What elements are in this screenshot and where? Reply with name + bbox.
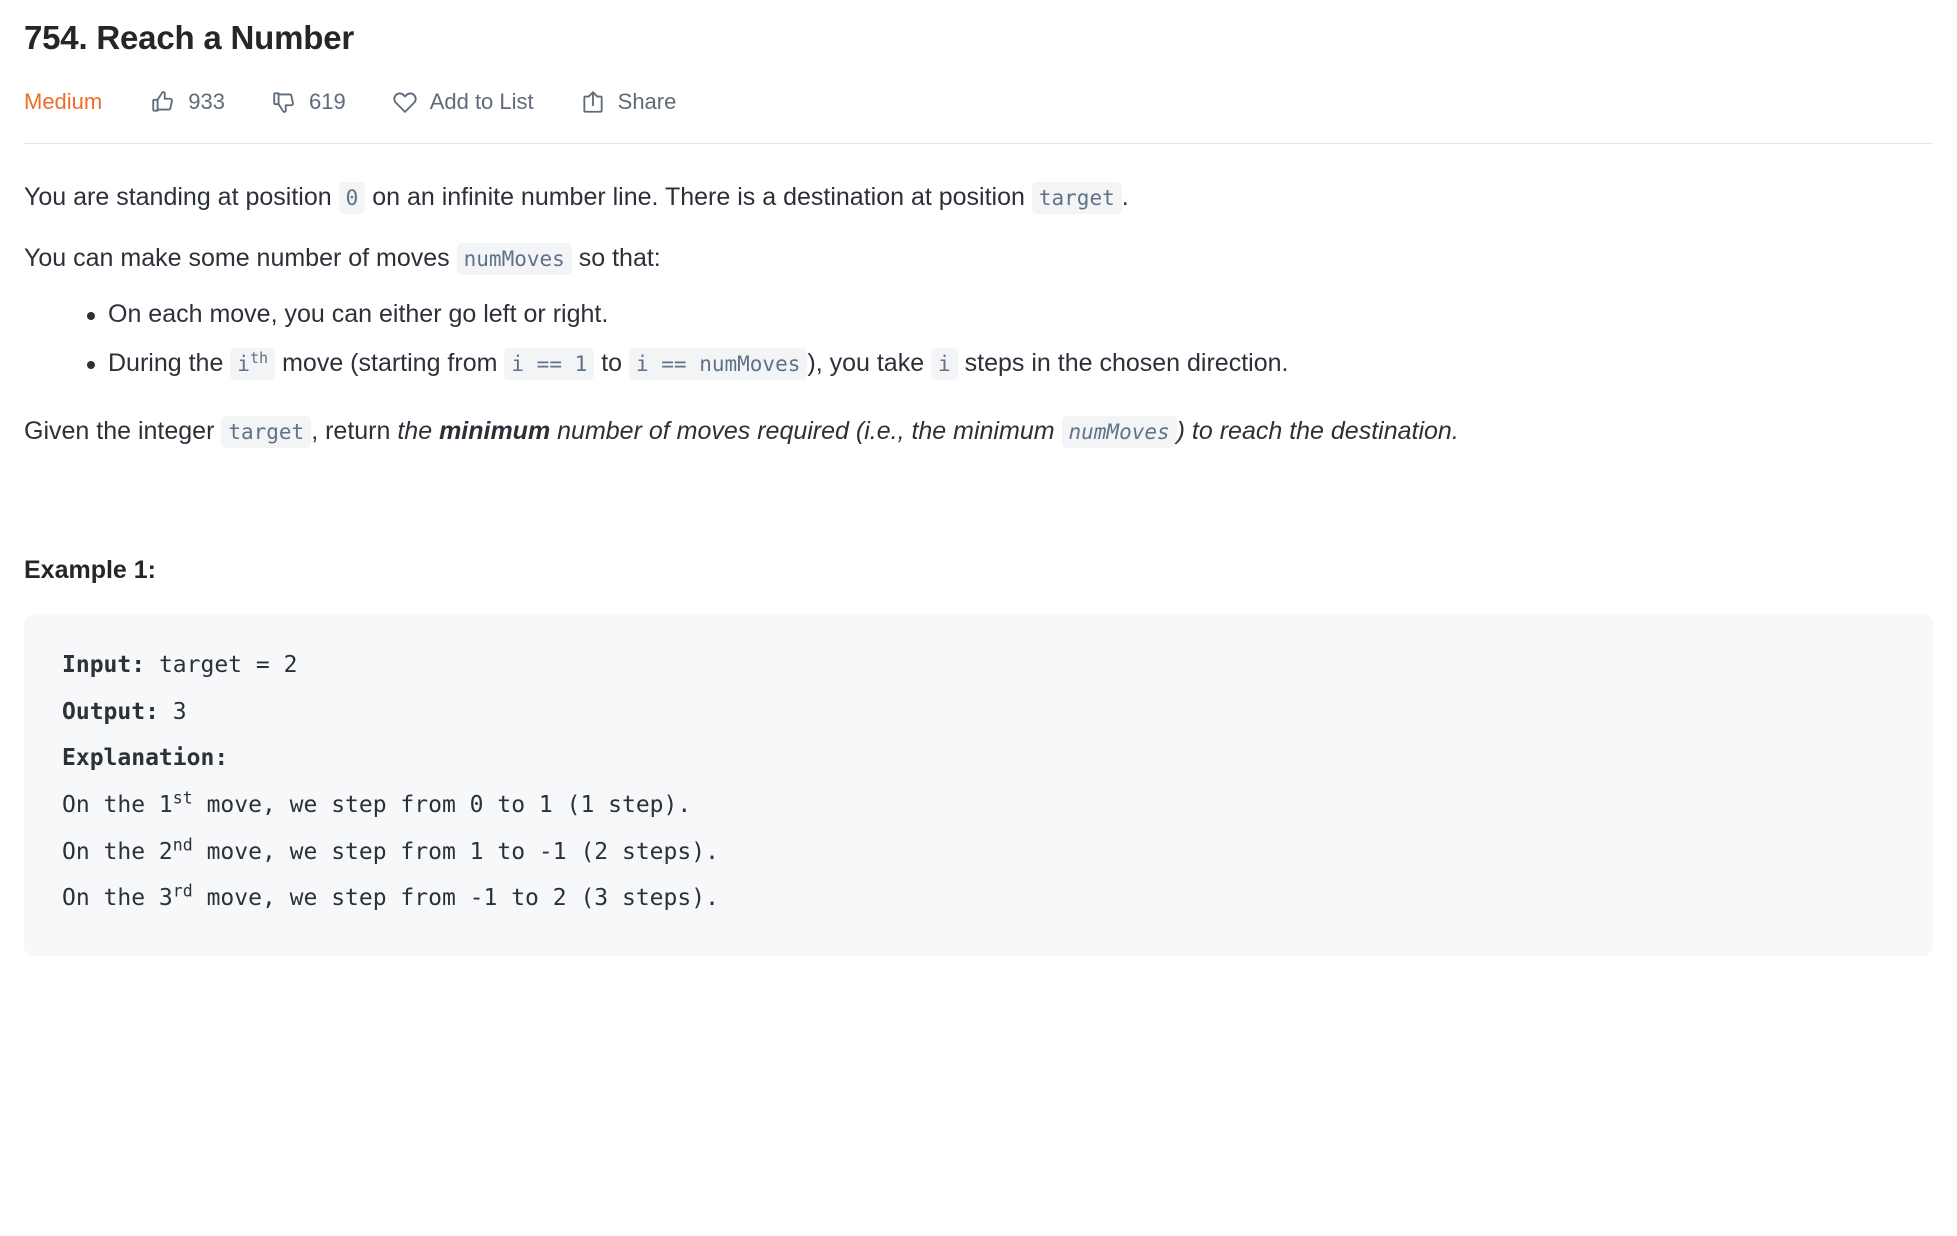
text-fragment: Given the integer [24, 417, 222, 445]
problem-description: You are standing at position 0 on an inf… [24, 144, 1933, 957]
code-i-eq-1: i == 1 [504, 347, 595, 380]
superscript-ordinal: rd [172, 881, 193, 901]
superscript-th: th [249, 348, 269, 367]
share-icon [580, 89, 606, 115]
output-label: Output: [62, 698, 159, 725]
text-fragment: During the [108, 348, 231, 377]
text-fragment: number of moves required (i.e., the mini… [550, 417, 1062, 445]
emphasis-text: the minimum number of moves required (i.… [397, 416, 1459, 448]
code-zero: 0 [338, 182, 366, 214]
input-label: Input: [62, 652, 146, 678]
difficulty-badge: Medium [24, 89, 103, 114]
thumbs-down-icon [271, 89, 297, 115]
text-fragment: ) to reach the destination. [1176, 417, 1459, 445]
text-fragment: . [1121, 183, 1129, 211]
explanation-line: On the 1st move, we step from 0 to 1 (1 … [62, 790, 692, 819]
like-button[interactable]: 933 [150, 89, 225, 115]
description-paragraph-1: You are standing at position 0 on an inf… [24, 148, 1933, 218]
strong-minimum: minimum [439, 417, 551, 445]
problem-page: 754. Reach a Number Medium 933 619 Add t… [0, 0, 1957, 1236]
text-fragment: On the 1 [62, 792, 173, 819]
problem-meta-row: Medium 933 619 Add to List Share [24, 82, 1933, 122]
description-paragraph-3: Given the integer target, return the min… [24, 391, 1933, 452]
move-rules-list: On each move, you can either go left or … [24, 278, 1933, 391]
text-fragment: on an infinite number line. There is a d… [365, 183, 1032, 211]
description-paragraph-2: You can make some number of moves numMov… [24, 218, 1933, 279]
output-value: 3 [158, 698, 187, 725]
text-fragment: You are standing at position [24, 183, 339, 211]
code-i: i [931, 347, 958, 380]
text-fragment: move, we step from -1 to 2 (3 steps). [192, 885, 719, 912]
text-fragment: move (starting from [275, 348, 505, 377]
like-count: 933 [188, 89, 225, 114]
explanation-label: Explanation: [62, 745, 229, 772]
text-fragment: You can make some number of moves [24, 243, 457, 272]
code-i-eq-nummoves: i == numMoves [629, 347, 808, 380]
thumbs-up-icon [150, 89, 176, 115]
input-value: target = 2 [145, 652, 298, 678]
explanation-line: On the 3rd move, we step from -1 to 2 (3… [62, 881, 719, 912]
text-fragment: steps in the chosen direction. [957, 348, 1289, 377]
add-to-list-button[interactable]: Add to List [392, 89, 534, 115]
text-fragment: move, we step from 0 to 1 (1 step). [192, 792, 692, 819]
example-code-block: Input: target = 2 Output: 3 Explanation:… [24, 614, 1933, 957]
code-target-2: target [221, 416, 312, 448]
text-fragment: ), you take [807, 348, 932, 377]
code-nummoves: numMoves [456, 242, 572, 275]
text-fragment: On the 3 [62, 885, 173, 912]
share-button[interactable]: Share [580, 89, 677, 115]
dislike-count: 619 [308, 89, 346, 114]
list-item: On each move, you can either go left or … [24, 294, 1933, 343]
explanation-line: On the 2nd move, we step from 1 to -1 (2… [62, 836, 719, 865]
superscript-ordinal: st [172, 788, 193, 808]
text-fragment: , return [311, 417, 398, 445]
example-heading: Example 1: [24, 555, 157, 584]
text-fragment: to [594, 348, 629, 377]
page-title: 754. Reach a Number [24, 19, 355, 56]
text-fragment: move, we step from 1 to -1 (2 steps). [192, 838, 719, 865]
heart-icon [392, 89, 418, 115]
code-i-th: ith [230, 347, 276, 380]
code-nummoves-2: numMoves [1061, 416, 1177, 448]
text-fragment: i [237, 351, 250, 376]
text-fragment: On each move, you can either go left or … [108, 300, 609, 328]
code-target: target [1031, 182, 1122, 214]
list-item: During the ith move (starting from i == … [24, 343, 1933, 392]
dislike-button[interactable]: 619 [271, 89, 346, 115]
text-fragment: the [397, 417, 440, 445]
add-to-list-label: Add to List [429, 89, 534, 114]
share-label: Share [617, 89, 677, 114]
text-fragment: On the 2 [62, 838, 173, 865]
superscript-ordinal: nd [172, 835, 193, 855]
text-fragment: so that: [571, 243, 661, 272]
